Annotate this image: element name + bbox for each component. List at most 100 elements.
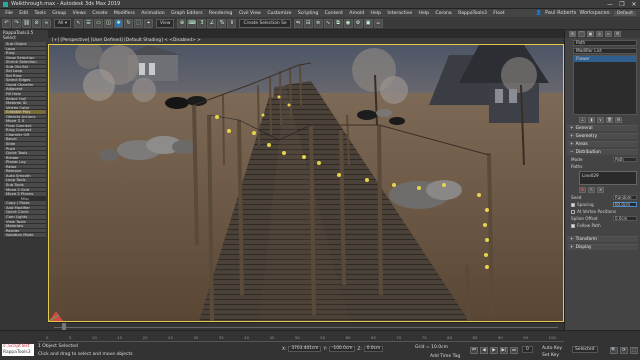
show-end-result-icon[interactable]: ▮ xyxy=(588,117,595,123)
maxscript-listener[interactable]: s:.ScriptTest RappaTools3 xyxy=(2,344,34,358)
menu-scripting[interactable]: Scripting xyxy=(295,11,322,16)
menu-float[interactable]: Float xyxy=(490,11,508,16)
render-setup-icon[interactable]: ⚙ xyxy=(353,18,363,28)
user-name[interactable]: Paul Roberts xyxy=(545,10,576,16)
follow-path-checkbox[interactable] xyxy=(571,224,575,228)
workspace-dropdown[interactable]: Default xyxy=(613,10,636,16)
display-tab[interactable]: ▭ xyxy=(605,31,612,37)
menu-views[interactable]: Views xyxy=(69,11,89,16)
named-selection-set-field[interactable]: Create Selection Se xyxy=(239,18,291,28)
snaps-icon[interactable]: 3 xyxy=(197,18,207,28)
create-tab[interactable]: + xyxy=(569,31,576,37)
menu-animation[interactable]: Animation xyxy=(138,11,168,16)
modify-tab[interactable]: ⌒ xyxy=(578,31,585,37)
angle-snap-icon[interactable]: ∠ xyxy=(207,18,217,28)
mode-dropdown[interactable]: Path xyxy=(613,157,637,162)
track-bar[interactable]: 0 5 10 15 20 25 30 35 40 45 50 55 60 65 70 75 80 85 90 95 10… xyxy=(38,335,564,342)
goto-start-icon[interactable]: ⏮ xyxy=(470,347,478,354)
menu-arnold[interactable]: Arnold xyxy=(346,11,367,16)
orbit-icon[interactable]: ⟳ xyxy=(620,347,628,354)
align-icon[interactable]: ⊟ xyxy=(303,18,313,28)
selection-filter-dropdown[interactable]: All ▾ xyxy=(54,18,72,28)
rendered-frame-icon[interactable]: ▣ xyxy=(363,18,373,28)
material-editor-icon[interactable]: ◉ xyxy=(343,18,353,28)
isolation-mode-button[interactable]: Isolation Mode xyxy=(4,233,46,238)
spline-offset-field[interactable]: 0.0cm xyxy=(613,216,637,221)
stack-item-flower[interactable]: Flower xyxy=(574,56,636,62)
reference-coord-dropdown[interactable]: View xyxy=(156,18,175,28)
spacing-field[interactable]: 60.0cm xyxy=(613,202,637,207)
menu-rendering[interactable]: Rendering xyxy=(206,11,236,16)
maximize-button[interactable]: ❐ xyxy=(616,1,628,8)
paths-list[interactable]: Line029 xyxy=(579,171,637,185)
rect-selection-icon[interactable]: ▭ xyxy=(94,18,104,28)
spinner-snap-icon[interactable]: ⇕ xyxy=(227,18,237,28)
menu-graph-editors[interactable]: Graph Editors xyxy=(168,11,206,16)
hierarchy-tab[interactable]: ▣ xyxy=(587,31,594,37)
menu-interactive[interactable]: Interactive xyxy=(384,11,415,16)
menu-rappatools[interactable]: RappaTools3 xyxy=(455,11,490,16)
set-key-button[interactable]: Set Key xyxy=(542,353,559,358)
pin-stack-icon[interactable]: ⊥ xyxy=(579,117,586,123)
seed-dropdown[interactable]: Random xyxy=(613,195,637,200)
schematic-view-icon[interactable]: ⧉ xyxy=(333,18,343,28)
remove-modifier-icon[interactable]: 🗑 xyxy=(606,117,613,123)
menu-group[interactable]: Group xyxy=(49,11,69,16)
menu-file[interactable]: File xyxy=(2,11,16,16)
redo-icon[interactable]: ↷ xyxy=(12,18,21,28)
add-time-tag[interactable]: Add Time Tag xyxy=(430,354,460,359)
pivot-icon[interactable]: ⊕ xyxy=(177,18,187,28)
menu-modifiers[interactable]: Modifiers xyxy=(111,11,138,16)
section-general[interactable]: General xyxy=(567,125,638,131)
modifier-list-dropdown[interactable]: Modifier List xyxy=(573,48,637,54)
motion-tab[interactable]: ◎ xyxy=(596,31,603,37)
close-button[interactable]: ✕ xyxy=(628,1,640,8)
window-crossing-icon[interactable]: ◫ xyxy=(104,18,114,28)
curve-editor-icon[interactable]: ∿ xyxy=(323,18,333,28)
menu-tools[interactable]: Tools xyxy=(31,11,49,16)
menu-create[interactable]: Create xyxy=(89,11,111,16)
menu-content[interactable]: Content xyxy=(321,11,346,16)
move-icon[interactable]: ✥ xyxy=(114,18,124,28)
x-coordinate-field[interactable]: 3703.401cm xyxy=(288,346,322,352)
menu-customize[interactable]: Customize xyxy=(264,11,295,16)
layer-explorer-icon[interactable]: ≡ xyxy=(313,18,323,28)
at-vertex-checkbox[interactable] xyxy=(571,210,575,214)
render-icon[interactable]: ☕ xyxy=(373,18,383,28)
keyboard-shortcut-icon[interactable]: ⌨ xyxy=(187,18,197,28)
z-coordinate-field[interactable]: 0.0cm xyxy=(363,346,384,352)
select-object-icon[interactable]: ↖ xyxy=(74,18,84,28)
time-slider[interactable] xyxy=(48,322,564,331)
section-geometry[interactable]: Geometry xyxy=(567,133,638,139)
maxscript-line-2[interactable]: RappaTools3 xyxy=(2,350,34,356)
key-filter-dropdown[interactable]: Selected xyxy=(572,346,598,353)
auto-key-button[interactable]: Auto Key xyxy=(542,346,562,351)
remove-path-icon[interactable]: ✕ xyxy=(597,187,604,193)
zoom-icon[interactable]: 🔍 xyxy=(610,347,618,354)
utilities-tab[interactable]: ⚒ xyxy=(614,31,621,37)
next-frame-icon[interactable]: ▶| xyxy=(500,347,508,354)
minimize-button[interactable]: — xyxy=(604,1,616,8)
add-path-icon[interactable]: ✚ xyxy=(579,187,586,193)
maximize-viewport-icon[interactable]: ⬚ xyxy=(630,347,638,354)
object-name-field[interactable]: Path xyxy=(573,40,637,46)
y-coordinate-field[interactable]: -100.0cm xyxy=(328,346,356,352)
current-frame-field[interactable]: 0 xyxy=(522,346,533,353)
scale-icon[interactable]: ⬚ xyxy=(134,18,144,28)
menu-civil-view[interactable]: Civil View xyxy=(236,11,265,16)
section-display[interactable]: Display xyxy=(567,244,638,250)
menu-edit[interactable]: Edit xyxy=(16,11,31,16)
perspective-viewport[interactable] xyxy=(48,44,564,322)
configure-sets-icon[interactable]: ⚙ xyxy=(615,117,622,123)
menu-corona[interactable]: Corona xyxy=(432,11,455,16)
play-icon[interactable]: ▶ xyxy=(490,347,498,354)
spacing-checkbox[interactable] xyxy=(571,203,575,207)
unlink-icon[interactable]: ⊘ xyxy=(32,18,41,28)
menu-help-2[interactable]: Help xyxy=(415,11,432,16)
undo-icon[interactable]: ↶ xyxy=(2,18,11,28)
rotate-icon[interactable]: ↻ xyxy=(124,18,134,28)
prev-frame-icon[interactable]: ◀ xyxy=(480,347,488,354)
section-transform[interactable]: Transform xyxy=(567,236,638,242)
make-unique-icon[interactable]: ∨ xyxy=(597,117,604,123)
mirror-icon[interactable]: ⇋ xyxy=(293,18,303,28)
